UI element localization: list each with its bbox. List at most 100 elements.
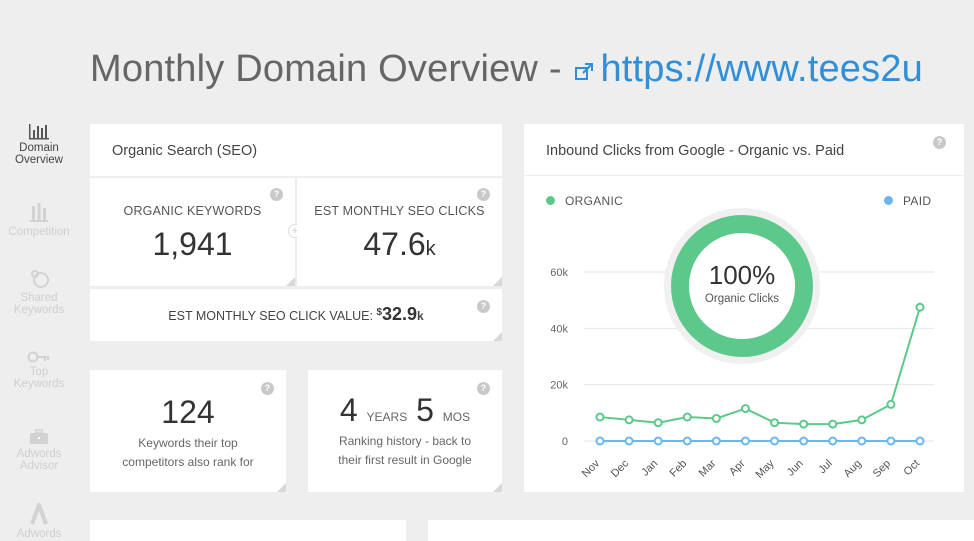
- data-point-organic[interactable]: [740, 404, 750, 414]
- competitors-value: 124: [161, 394, 215, 430]
- page-title-text: Monthly Domain Overview -: [90, 48, 562, 90]
- organic-dot-icon: [546, 196, 555, 205]
- ranking-history-desc-1: Ranking history - back to: [338, 434, 472, 448]
- x-tick-label: Sep: [871, 458, 893, 480]
- sidebar-item-adwords-advisor[interactable]: Adwords Advisor: [0, 428, 78, 472]
- trophy-icon: [30, 203, 48, 222]
- sidebar-item-adwords[interactable]: Adwords: [0, 502, 78, 540]
- line-chart: 0 20k 40k 60k 100% Organic Clicks Nov Dec Jan Feb…: [550, 208, 934, 481]
- tile-corner: [493, 277, 502, 286]
- data-point-organic[interactable]: [595, 412, 605, 422]
- ranking-history-value: 4 YEARS 5 MOS: [339, 392, 471, 428]
- competitors-desc-2: competitors also rank for: [122, 455, 254, 469]
- donut-shadow: [664, 208, 820, 364]
- donut-value: 100%: [709, 260, 776, 290]
- data-point-organic[interactable]: [624, 415, 634, 425]
- bar-chart-icon: [29, 124, 49, 140]
- external-link-icon[interactable]: [574, 49, 594, 92]
- organic-keywords-label: ORGANIC KEYWORDS: [123, 204, 262, 218]
- competitors-desc-1: Keywords their top: [138, 436, 238, 450]
- click-value-tile: ? EST MONTHLY SEO CLICK VALUE: $32.9k: [90, 289, 502, 341]
- page-title: Monthly Domain Overview - https://www.te…: [90, 48, 923, 92]
- click-value-row: EST MONTHLY SEO CLICK VALUE: $32.9k: [168, 304, 424, 324]
- data-point-paid[interactable]: [915, 436, 925, 446]
- donut-ring: [671, 215, 813, 357]
- sidebar-item-label: Top: [29, 366, 49, 378]
- x-tick-label: Jun: [785, 458, 806, 479]
- data-point-organic[interactable]: [915, 302, 925, 312]
- x-tick-label: Jan: [639, 458, 660, 479]
- est-clicks-value: 47.6k: [363, 226, 436, 262]
- data-point-paid[interactable]: [595, 436, 605, 446]
- x-tick-label: Oct: [902, 458, 923, 479]
- data-point-organic[interactable]: [711, 413, 721, 423]
- x-tick-label: Aug: [842, 458, 864, 480]
- sidebar-item-label: Competition: [8, 226, 70, 238]
- data-point-organic[interactable]: [857, 415, 867, 425]
- chart-card-header: Inbound Clicks from Google - Organic vs.…: [524, 124, 964, 176]
- help-icon[interactable]: ?: [933, 136, 946, 149]
- ranking-history-tile: ? 4 YEARS 5 MOS Ranking history - back t…: [308, 370, 502, 492]
- paid-dot-icon: [884, 196, 893, 205]
- domain-link[interactable]: https://www.tees2u: [600, 48, 923, 90]
- shared-icon: [31, 270, 49, 288]
- help-icon[interactable]: ?: [270, 188, 283, 201]
- x-tick-label: Mar: [697, 457, 719, 479]
- y-tick-label: 60k: [550, 267, 568, 279]
- data-point-organic[interactable]: [828, 419, 838, 429]
- sidebar-item-label: Adwords: [16, 528, 62, 540]
- sidebar-item-top-keywords[interactable]: Top Keywords: [0, 350, 78, 390]
- x-tick-label: Jul: [816, 458, 834, 476]
- x-tick-label: May: [753, 457, 777, 481]
- sidebar-item-shared-keywords[interactable]: Shared Keywords: [0, 266, 78, 316]
- sidebar-item-label: Keywords: [13, 304, 65, 316]
- data-point-organic[interactable]: [799, 419, 809, 429]
- y-tick-label: 0: [562, 436, 568, 448]
- x-tick-label: Apr: [727, 457, 748, 478]
- help-icon[interactable]: ?: [477, 188, 490, 201]
- tile-corner: [493, 332, 502, 341]
- data-point-paid[interactable]: [682, 436, 692, 446]
- data-point-paid[interactable]: [740, 436, 750, 446]
- chart-card-title: Inbound Clicks from Google - Organic vs.…: [546, 143, 845, 159]
- data-point-paid[interactable]: [653, 436, 663, 446]
- est-clicks-tile: ? EST MONTHLY SEO CLICKS 47.6k: [297, 178, 502, 286]
- data-point-paid[interactable]: [711, 436, 721, 446]
- data-point-organic[interactable]: [682, 412, 692, 422]
- data-point-paid[interactable]: [886, 436, 896, 446]
- sidebar-item-domain-overview[interactable]: Domain Overview: [0, 122, 78, 166]
- tile-corner: [286, 277, 295, 286]
- x-tick-label: Dec: [609, 457, 632, 480]
- data-point-paid[interactable]: [857, 436, 867, 446]
- series-line-organic: [599, 306, 921, 426]
- seo-card-header: Organic Search (SEO): [90, 124, 502, 176]
- y-tick-label: 40k: [550, 323, 568, 335]
- competitors-tile: ? 124 Keywords their top competitors als…: [90, 370, 286, 492]
- seo-card-title: Organic Search (SEO): [112, 143, 258, 159]
- x-tick-label: Nov: [580, 457, 603, 480]
- est-clicks-label: EST MONTHLY SEO CLICKS: [314, 204, 485, 218]
- data-point-paid[interactable]: [828, 436, 838, 446]
- bottom-card-right: [428, 520, 974, 541]
- organic-keywords-tile: ? ORGANIC KEYWORDS 1,941: [90, 178, 295, 286]
- key-icon: [27, 351, 49, 363]
- sidebar-item-competition[interactable]: Competition: [0, 202, 78, 238]
- y-tick-label: 20k: [550, 380, 568, 392]
- data-point-organic[interactable]: [770, 418, 780, 428]
- briefcase-icon: [30, 429, 48, 444]
- data-point-organic[interactable]: [886, 399, 896, 409]
- data-point-organic[interactable]: [653, 418, 663, 428]
- tile-corner: [277, 483, 286, 492]
- app: Domain Overview Competition Shared Keywo…: [0, 0, 974, 541]
- tile-corner: [493, 483, 502, 492]
- data-point-paid[interactable]: [624, 436, 634, 446]
- sidebar-item-label: Domain: [19, 142, 59, 154]
- sidebar-item-label: Shared: [20, 292, 58, 304]
- legend-paid: PAID: [884, 194, 931, 208]
- data-point-paid[interactable]: [799, 436, 809, 446]
- adwords-icon: [30, 503, 48, 525]
- data-point-paid[interactable]: [770, 436, 780, 446]
- donut-center: [689, 233, 795, 339]
- bottom-card-left: [90, 520, 406, 541]
- organic-keywords-value: 1,941: [152, 226, 233, 262]
